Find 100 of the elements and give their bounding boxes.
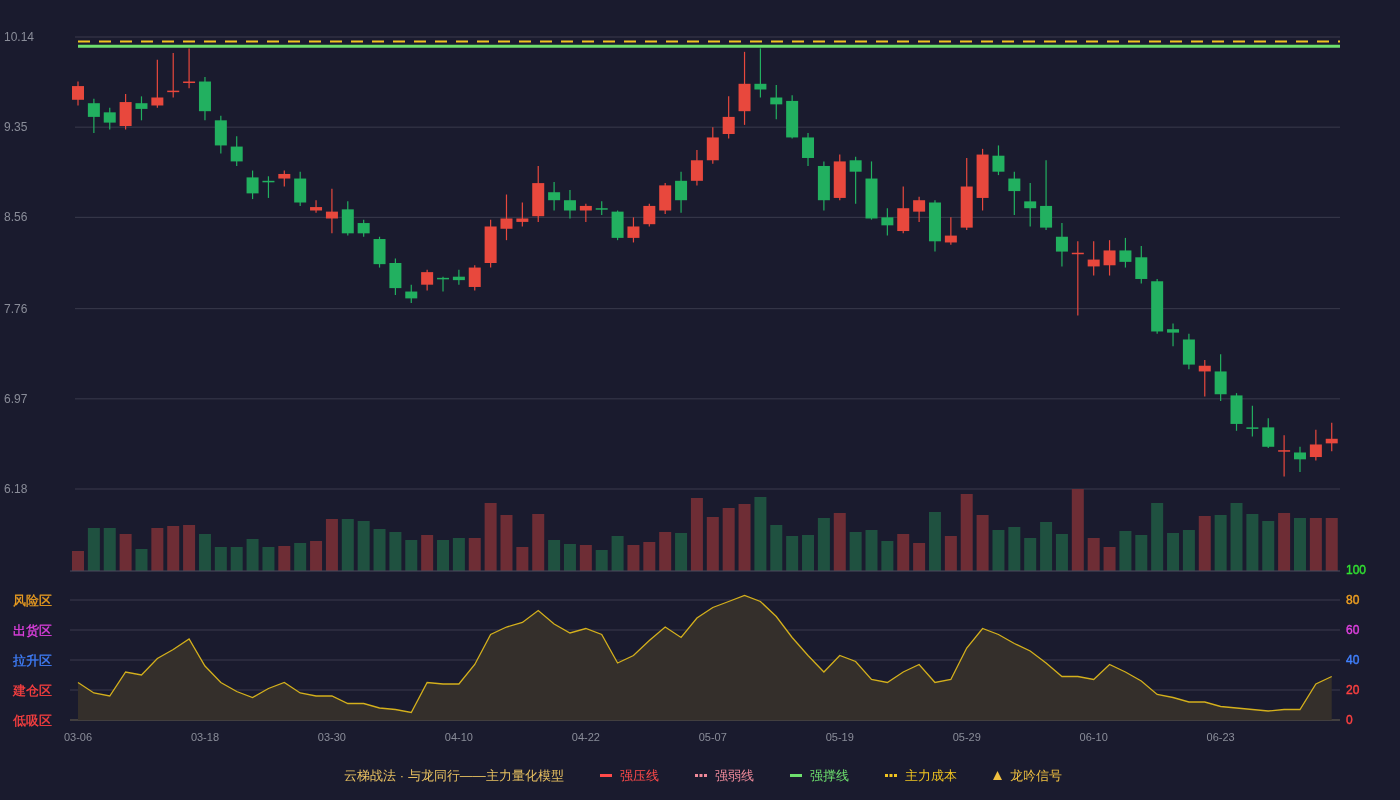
candlestick — [1103, 239, 1116, 277]
candlestick — [119, 93, 132, 131]
candlestick — [532, 165, 545, 223]
axis-label: 03-30 — [317, 731, 346, 743]
candlestick — [929, 199, 941, 253]
candlestick — [278, 169, 291, 188]
candlestick — [135, 95, 148, 121]
candlestick — [87, 98, 100, 134]
axis-label: 9.35 — [4, 120, 28, 135]
axis-label: 6.97 — [4, 391, 28, 406]
candlestick — [865, 160, 878, 221]
candlestick — [500, 193, 513, 241]
candlestick — [72, 80, 84, 107]
candlestick — [151, 59, 164, 109]
candlestick — [310, 199, 323, 214]
candlestick — [1055, 222, 1068, 268]
legend-label: 龙吟信号 — [1009, 767, 1062, 785]
candlestick — [389, 257, 402, 296]
axis-label: 40 — [1346, 653, 1360, 667]
axis-label: 100 — [1346, 563, 1367, 577]
candlestick — [913, 196, 926, 223]
candlestick — [1198, 359, 1211, 398]
candlestick — [833, 153, 846, 201]
axis-label: 04-10 — [444, 731, 473, 743]
candlestick — [1008, 171, 1021, 216]
candlestick — [1040, 159, 1053, 231]
candlestick — [405, 284, 418, 304]
candlestick — [992, 144, 1005, 176]
candlestick — [897, 185, 910, 234]
axis-label: 05-19 — [825, 731, 854, 743]
candlestick — [1087, 240, 1100, 277]
legend-label: 主力成本 — [904, 767, 957, 785]
candlestick — [103, 107, 116, 131]
candlestick — [579, 203, 592, 223]
candlestick — [706, 126, 719, 165]
axis-label: 03-06 — [63, 731, 93, 743]
candlestick — [1262, 417, 1275, 449]
axis-label: 06-23 — [1206, 731, 1235, 743]
candlestick — [1246, 405, 1259, 438]
candlestick — [421, 269, 434, 291]
candlestick — [1119, 237, 1132, 269]
candlestick — [516, 201, 529, 228]
candlestick — [1294, 446, 1306, 473]
candlestick — [198, 76, 211, 121]
candlestick — [183, 47, 196, 89]
candlestick — [1325, 422, 1338, 452]
axis-label: 6.18 — [4, 482, 28, 496]
candlestick — [548, 181, 561, 212]
candlestick — [484, 219, 497, 269]
axis-label: 7.76 — [4, 301, 28, 316]
candlestick — [1309, 429, 1322, 462]
candlestick — [373, 236, 386, 269]
legend-label: 强弱线 — [714, 767, 754, 785]
candlestick — [230, 135, 243, 167]
candlestick — [437, 276, 449, 293]
zone-label: 风险区 — [13, 593, 52, 608]
candlestick — [262, 175, 275, 199]
candlestick — [1278, 434, 1291, 478]
candlestick — [722, 95, 735, 140]
axis-label: 06-10 — [1079, 731, 1108, 743]
candlestick — [341, 200, 354, 237]
candlestick — [294, 171, 307, 207]
candlestick — [690, 149, 703, 186]
axis-label: 05-29 — [952, 731, 981, 743]
candlestick — [452, 269, 465, 286]
candlestick — [1182, 333, 1195, 370]
candlestick — [563, 189, 576, 220]
axis-label: 05-07 — [698, 731, 727, 743]
candlestick — [1135, 245, 1148, 285]
axis-label: 04-22 — [571, 731, 600, 743]
candlestick — [675, 171, 688, 214]
candlestick — [754, 47, 767, 99]
legend-label: 强压线 — [619, 767, 659, 785]
legend-label: 强撑线 — [809, 767, 849, 785]
candlestick — [976, 148, 989, 212]
zone-label: 出货区 — [13, 623, 52, 638]
candlestick — [881, 207, 894, 237]
axis-label: 10.14 — [4, 30, 35, 44]
axis-label: 0 — [1346, 713, 1353, 727]
candlestick — [770, 84, 783, 120]
candlestick — [944, 216, 957, 246]
candlestick — [643, 203, 656, 228]
candlestick — [627, 216, 640, 244]
candlestick — [817, 160, 830, 212]
candlestick — [357, 219, 370, 238]
zone-label: 低吸区 — [13, 713, 52, 728]
zone-label: 拉升区 — [13, 653, 52, 668]
axis-label: 8.56 — [4, 210, 28, 225]
candlestick — [325, 188, 338, 234]
legend-title: 云梯战法 · 与龙同行——主力量化模型 — [344, 767, 564, 785]
axis-label: 80 — [1346, 593, 1360, 607]
axis-label: 20 — [1346, 683, 1360, 697]
candlestick — [611, 209, 624, 241]
candlestick — [849, 156, 862, 205]
candlestick — [786, 94, 799, 140]
axis-label: 60 — [1346, 623, 1360, 637]
zone-label: 建仓区 — [13, 683, 52, 698]
candlestick — [167, 52, 180, 99]
candlestick — [214, 115, 227, 154]
candlestick — [595, 200, 608, 216]
